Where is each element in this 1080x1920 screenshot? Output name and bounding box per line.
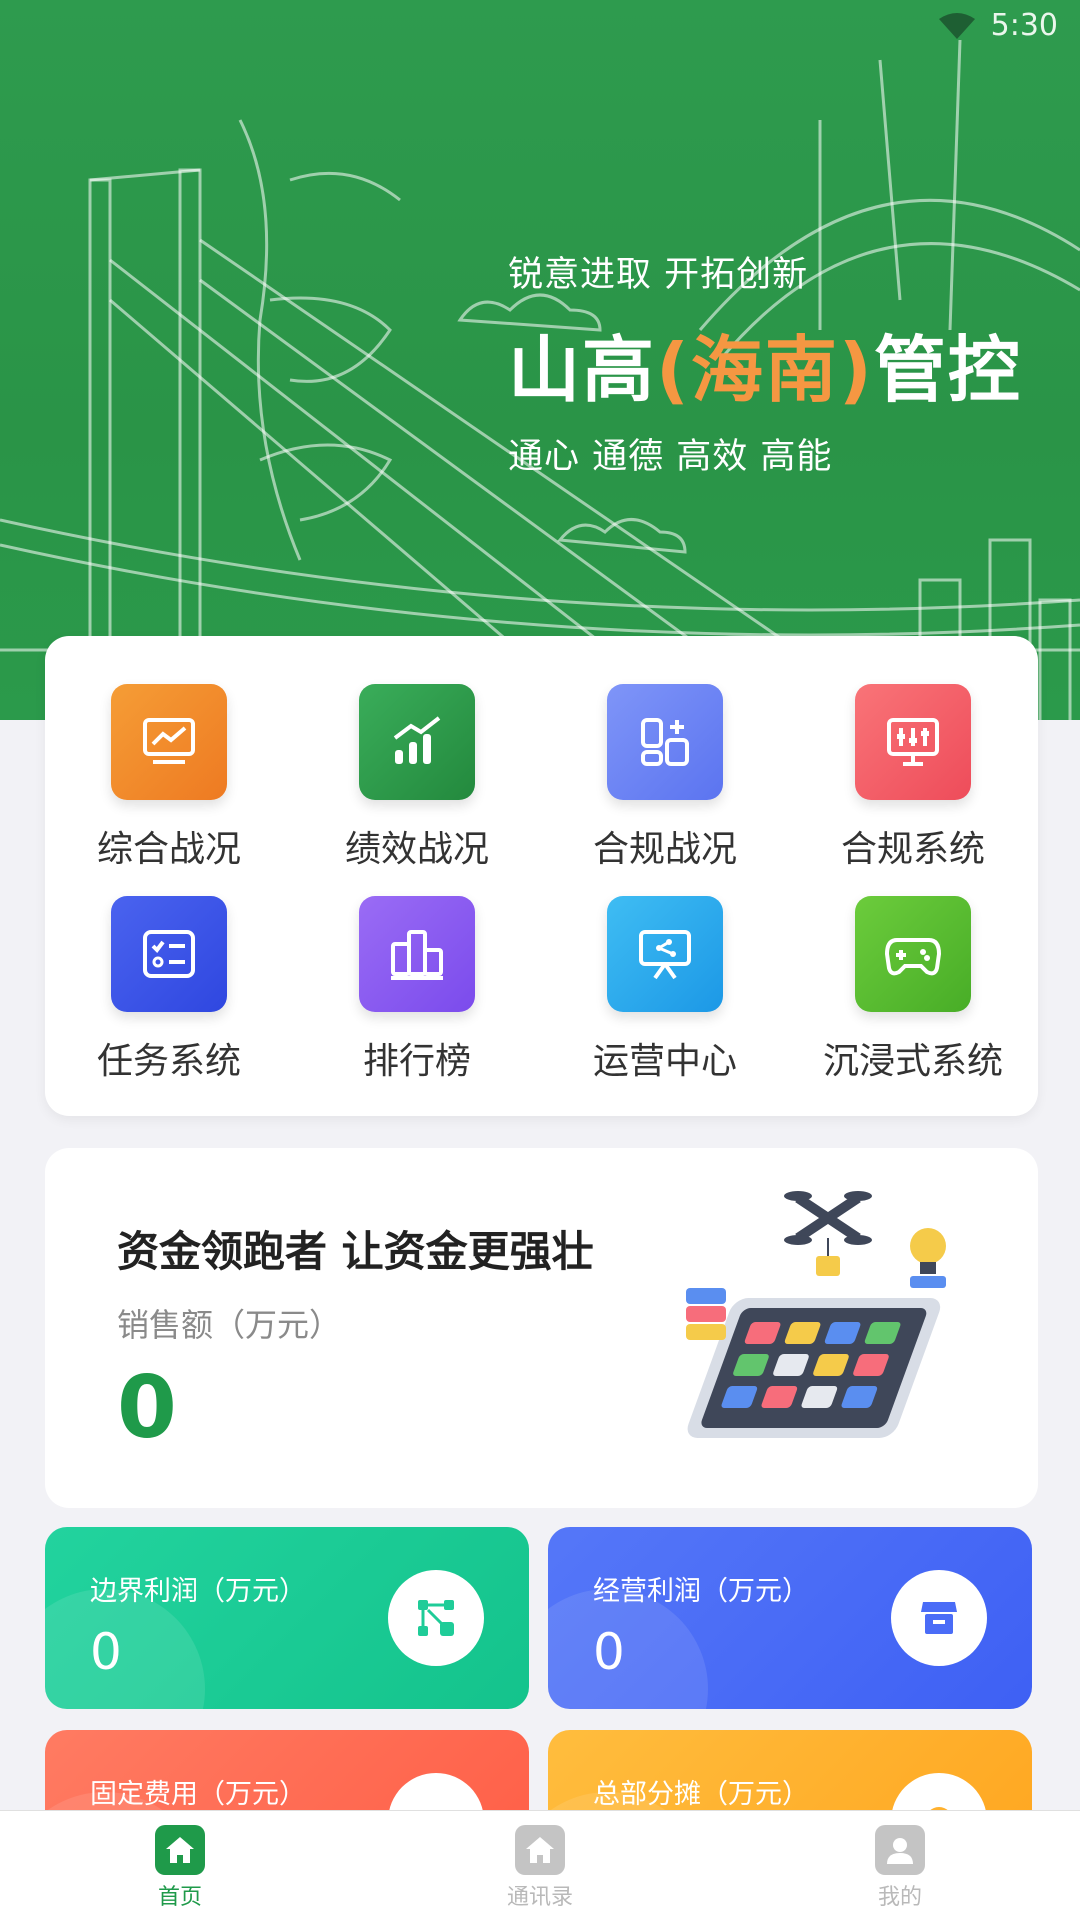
phone-drone-illustration bbox=[686, 1191, 946, 1438]
menu-item-performance-status[interactable]: 绩效战况 bbox=[293, 684, 541, 872]
sales-value: 0 bbox=[117, 1358, 177, 1458]
tab-mine[interactable]: 我的 bbox=[720, 1811, 1080, 1920]
stat-label: 经营利润（万元） bbox=[593, 1576, 809, 1607]
menu-item-immersive-system[interactable]: 沉浸式系统 bbox=[789, 896, 1037, 1084]
sales-label: 销售额（万元） bbox=[117, 1306, 342, 1344]
store-icon bbox=[891, 1570, 987, 1666]
podium-icon bbox=[359, 896, 475, 1012]
network-nodes-icon bbox=[388, 1570, 484, 1666]
home-icon bbox=[155, 1825, 205, 1875]
menu-item-label: 任务系统 bbox=[96, 1041, 241, 1082]
menu-item-operations-center[interactable]: 运营中心 bbox=[541, 896, 789, 1084]
menu-item-label: 沉浸式系统 bbox=[822, 1041, 1003, 1082]
user-icon bbox=[875, 1825, 925, 1875]
contacts-home-icon bbox=[515, 1825, 565, 1875]
stat-value: 0 bbox=[593, 1623, 625, 1681]
slogan-bottom: 通心 通德 高效 高能 bbox=[508, 437, 833, 477]
wifi-icon bbox=[938, 12, 975, 39]
hero-title: 山高(海南)管控 bbox=[508, 311, 1022, 416]
status-time: 5:30 bbox=[990, 8, 1058, 43]
menu-item-compliance-system[interactable]: 合规系统 bbox=[789, 684, 1037, 872]
hero-slogan: 锐意进取 开拓创新 山高(海南)管控 通心 通德 高效 高能 bbox=[508, 246, 1022, 479]
menu-item-overall-status[interactable]: 综合战况 bbox=[45, 684, 293, 872]
control-panel-icon bbox=[855, 684, 971, 800]
stat-label: 固定费用（万元） bbox=[90, 1779, 306, 1810]
bottom-tab-bar: 首页 通讯录 我的 bbox=[0, 1810, 1080, 1920]
tab-contacts[interactable]: 通讯录 bbox=[360, 1811, 720, 1920]
hero-banner: 5:30 锐意进取 开拓创新 山高(海南)管控 通心 通德 高效 高能 bbox=[0, 0, 1080, 720]
presentation-board-icon bbox=[607, 896, 723, 1012]
tab-label: 我的 bbox=[877, 1885, 922, 1910]
menu-item-leaderboard[interactable]: 排行榜 bbox=[293, 896, 541, 1084]
task-list-icon bbox=[111, 896, 227, 1012]
growth-bar-chart-icon bbox=[359, 684, 475, 800]
promo-card[interactable]: 资金领跑者 让资金更强壮 销售额（万元） 0 bbox=[45, 1148, 1038, 1508]
tab-label: 通讯录 bbox=[506, 1885, 573, 1910]
menu-item-label: 排行榜 bbox=[362, 1041, 471, 1082]
stat-card-boundary-profit[interactable]: 边界利润（万元） 0 bbox=[45, 1527, 529, 1709]
promo-title: 资金领跑者 让资金更强壮 bbox=[117, 1227, 594, 1276]
menu-item-compliance-status[interactable]: 合规战况 bbox=[541, 684, 789, 872]
stat-label: 边界利润（万元） bbox=[90, 1576, 306, 1607]
hero-title-highlight: (海南) bbox=[656, 328, 874, 412]
menu-item-label: 绩效战况 bbox=[344, 829, 489, 870]
gamepad-icon bbox=[855, 896, 971, 1012]
menu-item-label: 合规系统 bbox=[840, 829, 985, 870]
hero-title-part2: 管控 bbox=[873, 328, 1022, 412]
hero-title-part1: 山高 bbox=[508, 328, 657, 412]
slogan-top: 锐意进取 开拓创新 bbox=[508, 255, 809, 295]
monitor-chart-icon bbox=[111, 684, 227, 800]
tab-home[interactable]: 首页 bbox=[0, 1811, 360, 1920]
menu-grid: 综合战况 绩效战况 合规战况 合规系统 任务系统 排行榜 运营中心 沉浸式系统 bbox=[45, 636, 1038, 1116]
dashboard-tiles-icon bbox=[607, 684, 723, 800]
stat-card-operating-profit[interactable]: 经营利润（万元） 0 bbox=[548, 1527, 1032, 1709]
menu-item-label: 合规战况 bbox=[592, 829, 737, 870]
menu-item-label: 运营中心 bbox=[592, 1041, 737, 1082]
stat-value: 0 bbox=[90, 1623, 122, 1681]
menu-item-label: 综合战况 bbox=[96, 829, 241, 870]
tab-label: 首页 bbox=[157, 1885, 202, 1910]
status-bar: 5:30 bbox=[937, 8, 1058, 43]
menu-item-task-system[interactable]: 任务系统 bbox=[45, 896, 293, 1084]
stat-label: 总部分摊（万元） bbox=[593, 1779, 809, 1810]
